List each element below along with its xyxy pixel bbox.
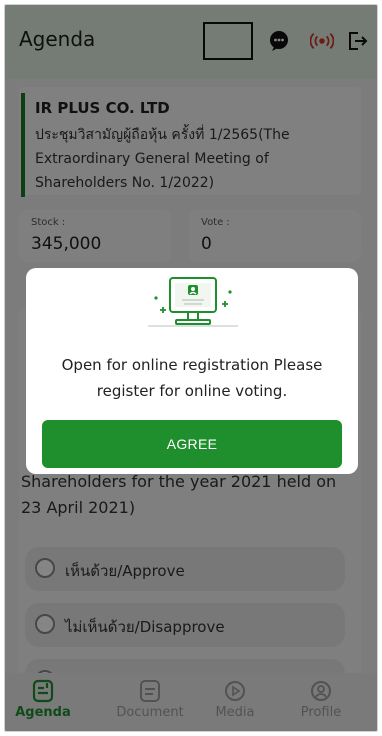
registration-modal: Open for online registration Please regi… [26,268,358,474]
computer-user-icon [144,274,242,332]
modal-message: Open for online registration Please regi… [61,356,323,400]
agree-button[interactable]: AGREE [42,420,342,468]
